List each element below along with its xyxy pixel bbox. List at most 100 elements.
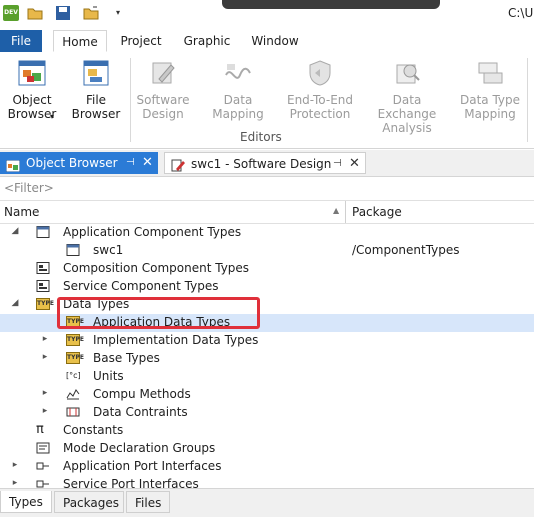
tree-item-label: Service Component Types bbox=[63, 279, 219, 293]
tree-item-label: Application Port Interfaces bbox=[63, 459, 222, 473]
data-exchange-label: Data Exchange Analysis bbox=[377, 93, 437, 135]
collapse-arrow-icon[interactable]: ▸ bbox=[40, 406, 50, 416]
composition-icon bbox=[36, 262, 50, 274]
collapse-arrow-icon[interactable]: ▸ bbox=[10, 478, 20, 488]
tree-row[interactable]: Composition Component Types bbox=[0, 260, 534, 278]
close-icon[interactable]: ✕ bbox=[349, 153, 360, 175]
tab-software-design-label: swc1 - Software Design bbox=[191, 157, 332, 171]
tree-item-label: Data Contraints bbox=[93, 405, 188, 419]
tab-project[interactable]: Project bbox=[116, 30, 166, 52]
editors-group-label: Editors bbox=[240, 130, 282, 144]
open-folder-icon[interactable] bbox=[27, 5, 43, 21]
chevron-down-icon: ▾ bbox=[50, 112, 55, 121]
column-headers: Name ▲ Package bbox=[0, 201, 534, 224]
save-icon[interactable] bbox=[55, 5, 71, 21]
tree-item-label: swc1 bbox=[93, 243, 124, 257]
software-design-button[interactable]: Software Design bbox=[134, 56, 192, 121]
tree-item-package: /ComponentTypes bbox=[352, 243, 460, 257]
shield-icon bbox=[306, 59, 334, 87]
data-type-mapping-button[interactable]: Data Type Mapping bbox=[458, 56, 522, 121]
tab-object-browser-label: Object Browser bbox=[26, 156, 118, 170]
tree-row[interactable]: Mode Declaration Groups bbox=[0, 440, 534, 458]
tab-packages[interactable]: Packages bbox=[54, 491, 124, 513]
collapse-arrow-icon[interactable]: ▸ bbox=[10, 460, 20, 470]
expand-arrow-icon[interactable]: ◢ bbox=[10, 226, 20, 236]
column-name-header[interactable]: Name bbox=[4, 205, 39, 219]
type-mapping-icon bbox=[476, 59, 504, 87]
tab-files[interactable]: Files bbox=[126, 491, 170, 513]
data-exchange-analysis-button[interactable]: Data Exchange Analysis bbox=[362, 56, 452, 135]
tree-row[interactable]: swc1/ComponentTypes bbox=[0, 242, 534, 260]
tree-row[interactable]: ◢ Application Component Types bbox=[0, 224, 534, 242]
tree-item-label: Mode Declaration Groups bbox=[63, 441, 216, 455]
tree-row[interactable]: ▸ Compu Methods bbox=[0, 386, 534, 404]
tree-row[interactable]: ▸ TYPE Implementation Data Types bbox=[0, 332, 534, 350]
tab-types[interactable]: Types bbox=[0, 491, 52, 513]
tree-item-label: Implementation Data Types bbox=[93, 333, 259, 347]
end-to-end-protection-button[interactable]: End-To-End Protection bbox=[284, 56, 356, 121]
tree-item-label: Base Types bbox=[93, 351, 160, 365]
tree-item-label: Composition Component Types bbox=[63, 261, 250, 275]
folder-icon[interactable] bbox=[83, 5, 99, 21]
type-icon: TYPE bbox=[66, 352, 84, 364]
tree-row[interactable]: ▸ Application Port Interfaces bbox=[0, 458, 534, 476]
tab-window[interactable]: Window bbox=[247, 30, 303, 52]
filter-input[interactable]: <Filter> bbox=[4, 181, 54, 195]
tree-item-label: Constants bbox=[63, 423, 124, 437]
data-mapping-icon bbox=[224, 59, 252, 87]
collapse-arrow-icon[interactable]: ▸ bbox=[40, 352, 50, 362]
document-tabs: Object Browser ⊣ ✕ swc1 - Software Desig… bbox=[0, 150, 534, 177]
tree-item-label: Application Component Types bbox=[63, 225, 242, 239]
end-to-end-label: End-To-End Protection bbox=[286, 93, 354, 121]
data-type-mapping-label: Data Type Mapping bbox=[459, 93, 521, 121]
tree-row[interactable]: ▸ Data Contraints bbox=[0, 404, 534, 422]
tab-graphic[interactable]: Graphic bbox=[180, 30, 234, 52]
port-interface-icon bbox=[36, 460, 50, 472]
pin-icon[interactable]: ⊣ bbox=[126, 152, 135, 174]
application-component-icon bbox=[36, 226, 50, 238]
ribbon: Object Browser ▾ File Browser Software D… bbox=[0, 52, 534, 149]
dev-icon[interactable]: DEV bbox=[3, 5, 19, 21]
pi-icon: π bbox=[36, 422, 44, 437]
analysis-icon bbox=[393, 59, 421, 87]
object-browser-button[interactable]: Object Browser ▾ bbox=[4, 56, 60, 121]
ribbon-separator bbox=[130, 58, 131, 142]
software-design-label: Software Design bbox=[136, 93, 190, 121]
data-mapping-label: Data Mapping bbox=[212, 93, 264, 121]
collapse-arrow-icon[interactable]: ▸ bbox=[40, 334, 50, 344]
object-browser-icon bbox=[18, 59, 46, 87]
title-bar: DEV ▾ C:\U bbox=[0, 0, 534, 30]
software-design-icon bbox=[171, 157, 185, 172]
type-icon: TYPE bbox=[36, 298, 54, 310]
expand-arrow-icon[interactable]: ◢ bbox=[10, 298, 20, 308]
tab-software-design[interactable]: swc1 - Software Design ⊣ ✕ bbox=[164, 152, 366, 174]
tab-home[interactable]: Home bbox=[53, 30, 107, 52]
tab-file[interactable]: File bbox=[0, 30, 42, 52]
units-icon: [°c] bbox=[66, 371, 81, 380]
column-package-header[interactable]: Package bbox=[352, 205, 402, 219]
column-divider[interactable] bbox=[345, 201, 346, 223]
bottom-tabs: Types Packages Files bbox=[0, 488, 534, 517]
filter-bar: <Filter> bbox=[0, 178, 534, 201]
tree-row[interactable]: Service Component Types bbox=[0, 278, 534, 296]
file-browser-icon bbox=[82, 59, 110, 87]
data-mapping-button[interactable]: Data Mapping bbox=[198, 56, 278, 121]
data-constraint-icon bbox=[66, 406, 80, 418]
close-icon[interactable]: ✕ bbox=[142, 152, 153, 174]
highlight-annotation bbox=[57, 297, 260, 329]
service-component-icon bbox=[36, 280, 50, 292]
tree-row[interactable]: π Constants bbox=[0, 422, 534, 440]
ribbon-tabs: File Home Project Graphic Window bbox=[0, 30, 534, 53]
object-browser-icon bbox=[5, 157, 21, 173]
tab-object-browser[interactable]: Object Browser ⊣ ✕ bbox=[0, 152, 158, 174]
tree-item-label: Units bbox=[93, 369, 124, 383]
tree-row[interactable]: [°c] Units bbox=[0, 368, 534, 386]
tree-row[interactable]: ▸ TYPE Base Types bbox=[0, 350, 534, 368]
file-browser-button[interactable]: File Browser bbox=[68, 56, 124, 121]
collapse-arrow-icon[interactable]: ▸ bbox=[40, 388, 50, 398]
tree-item-label: Compu Methods bbox=[93, 387, 191, 401]
file-browser-label: File Browser bbox=[71, 93, 121, 121]
type-icon: TYPE bbox=[66, 334, 84, 346]
dropdown-icon[interactable]: ▾ bbox=[116, 5, 132, 21]
pin-icon[interactable]: ⊣ bbox=[333, 153, 342, 175]
